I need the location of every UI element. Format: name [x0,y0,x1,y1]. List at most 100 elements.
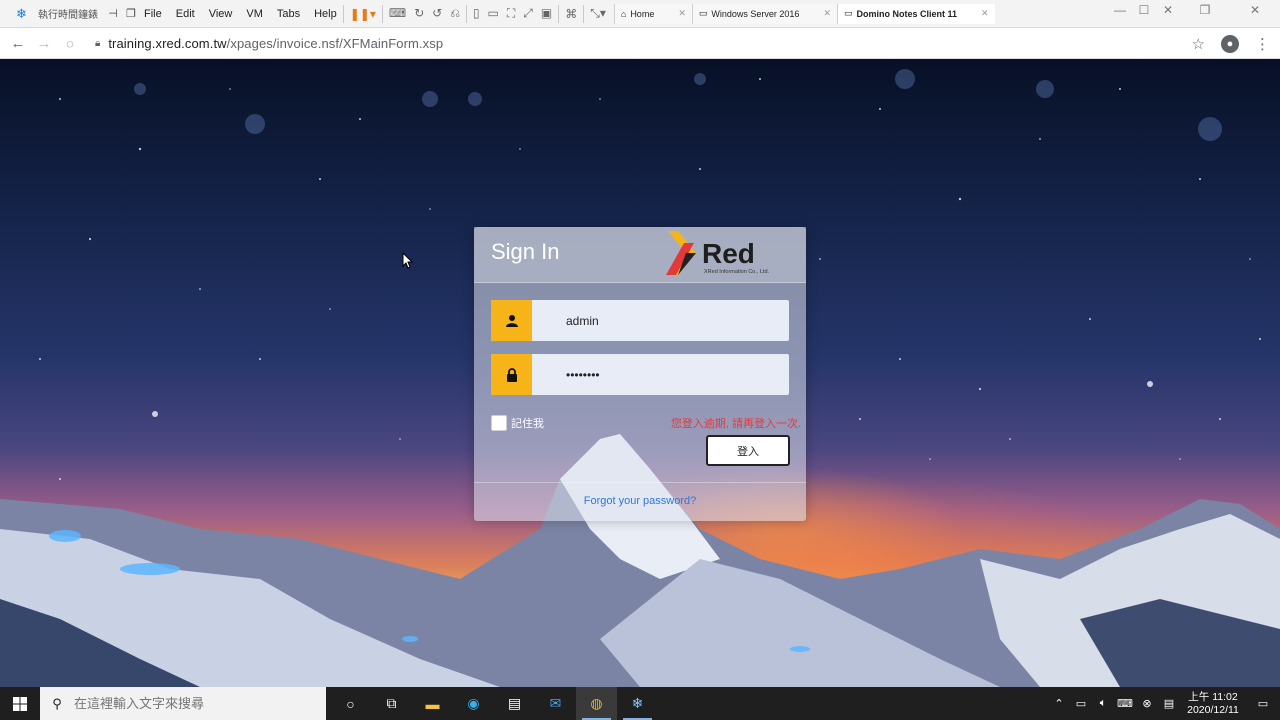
cortana-icon[interactable]: ○ [330,687,371,720]
vm-tab-label: Home [630,8,655,19]
toolbar-divider [558,4,560,23]
chevron-up-icon[interactable]: ⌃ [1048,697,1070,710]
vm-tab-domino-notes[interactable]: ▭ Domino Notes Client 11 ✕ [836,3,995,24]
forgot-password-link[interactable]: Forgot your password? [584,495,697,507]
logo-subtitle: XRed Information Co., Ltd. [704,269,770,275]
menu-view[interactable]: View [209,8,233,20]
network-icon[interactable]: ▭ [1070,697,1092,710]
back-icon[interactable]: ← [5,35,31,52]
username-input[interactable] [532,300,789,341]
bookmark-star-icon[interactable]: ☆ [1192,35,1205,53]
edge-icon[interactable]: ◉ [453,687,494,720]
fullscreen-icon[interactable]: ⛶ [507,6,515,21]
menu-file[interactable]: File [144,8,162,20]
close-icon[interactable]: ✕ [823,8,831,19]
restore-icon[interactable]: ❐ [1180,0,1230,20]
notification-icon[interactable]: ▭ [1246,697,1280,710]
search-icon: ⚲ [52,695,62,711]
login-button[interactable]: 登入 [706,435,790,466]
vm-toolbar: ❄ 執行時間鐘錶 ⊣ ❐ File Edit View VM Tabs Help… [0,0,1280,28]
url-field[interactable]: training.xred.com.tw/xpages/invoice.nsf/… [108,36,443,51]
snapshot-icon[interactable]: ↻ [414,6,424,21]
vm-tab-windows-server[interactable]: ▭ Windows Server 2016 ✕ [691,3,837,24]
file-explorer-icon[interactable]: ▬ [412,687,453,720]
toolbar-divider [465,4,467,23]
keyboard-icon[interactable]: ⌨ [1114,697,1136,710]
menu-kebab-icon[interactable]: ⋮ [1255,35,1270,53]
notes-app-icon[interactable]: ❄ [617,687,658,720]
close-icon[interactable]: ✕ [981,8,989,19]
chrome-icon[interactable]: ◍ [576,687,617,720]
taskbar-search[interactable]: ⚲ [40,687,326,720]
menu-edit[interactable]: Edit [176,8,195,20]
ime-icon[interactable]: ▤ [1158,697,1180,710]
browser-window-controls: ❐ ✕ [1180,0,1280,20]
toolbar-divider [381,4,383,23]
vm-tab-label: Domino Notes Client 11 [856,8,958,19]
terminal-icon[interactable]: ⌘ [565,7,577,21]
clock-time: 上午 11:02 [1188,690,1238,703]
vm-tab-icon: ▭ [698,8,708,18]
remember-me-checkbox[interactable] [491,415,507,431]
lock-icon [491,354,532,395]
vm-window-controls: — ☐ ✕ [1108,0,1180,20]
volume-muted-icon[interactable]: 🔈︎ [1092,697,1114,710]
menu-help[interactable]: Help [314,8,337,20]
session-expired-message: 您登入逾期, 請再登入一次. [670,418,801,430]
restore-window-icon[interactable]: ❐ [124,7,138,20]
minimize-icon[interactable]: — [1108,0,1132,20]
menu-vm[interactable]: VM [246,8,263,20]
pause-icon[interactable]: ❚❚▾ [350,7,376,21]
send-keys-icon[interactable]: ⌨ [389,6,406,21]
revert-snapshot-icon[interactable]: ↺ [432,6,442,21]
taskbar-search-input[interactable] [74,696,314,711]
logo-text: Red [702,238,755,269]
browser-address-bar: ← → ◌ 🔒︎ training.xred.com.tw/xpages/inv… [0,28,1280,59]
password-input[interactable] [532,354,789,395]
menu-tabs[interactable]: Tabs [277,8,300,20]
remember-me-label: 記住我 [511,418,544,430]
profile-avatar-icon[interactable]: ● [1221,34,1239,53]
windows-taskbar: ⚲ ○ ⧉ ▬ ◉ ▤ ✉ ◍ ❄ ⌃ ▭ 🔈︎ ⌨ ⊗ ▤ 上午 11:022… [0,687,1280,720]
thumbnail-view-icon[interactable]: ▭ [488,6,499,21]
console-view-icon[interactable]: ▣ [541,6,552,21]
task-view-icon[interactable]: ⧉ [371,687,412,720]
system-clock[interactable]: 上午 11:02 2020/12/11 [1180,691,1246,717]
vm-menu: File Edit View VM Tabs Help [144,8,337,20]
page-background: Sign In Red XRed Information Co., Ltd. a… [0,59,1280,687]
toolbar-divider [342,4,344,23]
sidebar-view-icon[interactable]: ▯ [473,6,480,21]
vm-tab-label: Windows Server 2016 [711,8,800,19]
password-field [491,354,789,395]
pin-icon[interactable]: ⊣ [106,7,120,20]
mail-icon[interactable]: ✉ [535,687,576,720]
snapshot-manager-icon[interactable]: ⎌ [450,6,460,21]
user-icon [491,300,532,341]
url-host: training.xred.com.tw [108,35,227,51]
unity-icon[interactable]: ⤢ [523,6,533,21]
mouse-cursor-icon [402,252,414,269]
ime-close-icon[interactable]: ⊗ [1136,697,1158,710]
forward-icon[interactable]: → [31,35,57,52]
close-icon[interactable]: ✕ [1230,0,1280,20]
sign-in-card: Sign In Red XRed Information Co., Ltd. a… [474,227,806,521]
vm-tabs: ⌂ Home ✕ ▭ Windows Server 2016 ✕ ▭ Domin… [613,3,995,24]
clock-date: 2020/12/11 [1187,703,1239,716]
page-title: Sign In [491,239,560,264]
maximize-icon[interactable]: ☐ [1132,0,1156,20]
vm-app-title: 執行時間鐘錶 [38,10,98,21]
app-logo-icon: ❄ [16,5,27,21]
close-icon[interactable]: ✕ [678,8,686,19]
close-icon[interactable]: ✕ [1156,0,1180,20]
windows-logo-icon [13,696,27,711]
loading-icon[interactable]: ◌ [57,36,83,51]
store-icon[interactable]: ▤ [494,687,535,720]
stretch-icon[interactable]: ⤡▾ [590,6,606,21]
vm-tab-home[interactable]: ⌂ Home ✕ [613,3,692,24]
start-button[interactable] [0,687,40,720]
url-path: /xpages/invoice.nsf/XFMainForm.xsp [226,35,444,51]
lock-icon[interactable]: 🔒︎ [95,38,100,49]
system-tray: ⌃ ▭ 🔈︎ ⌨ ⊗ ▤ 上午 11:02 2020/12/11 ▭ [1048,687,1280,720]
vm-tab-icon: ▭ [843,8,853,18]
sign-in-footer: Forgot your password? [474,482,806,521]
